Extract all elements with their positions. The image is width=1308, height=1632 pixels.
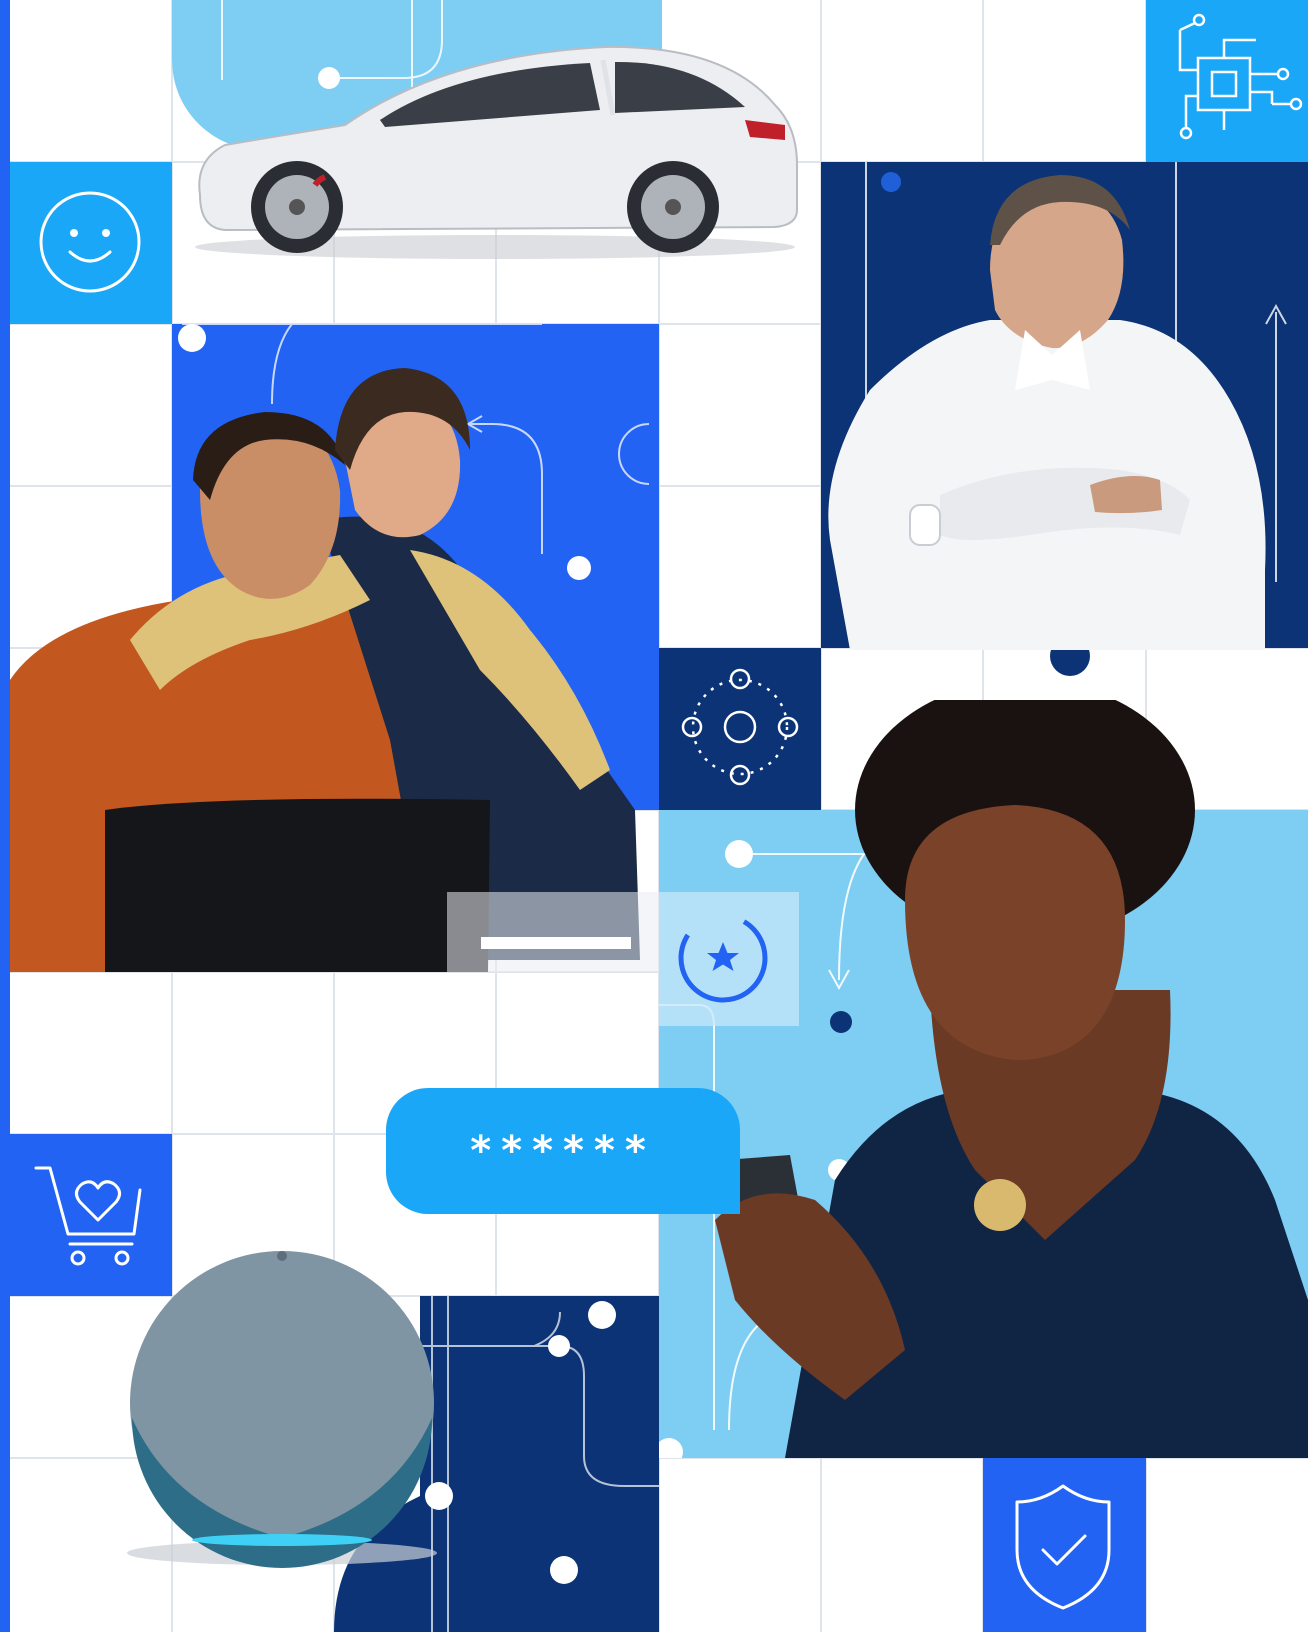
woman-with-phone-photo [715,700,1308,1458]
navy-dot [1050,648,1090,676]
password-masked-value: ****** [470,1128,656,1174]
electric-car-photo [195,45,798,259]
shield-tile [983,1458,1146,1632]
shield-check-icon [1015,1484,1111,1610]
chip-tile [1146,0,1308,162]
circuit-chip-icon [1178,13,1303,140]
progress-overlay [447,892,659,972]
smiley-tile [10,162,172,324]
man-and-daughter-photo [10,368,640,972]
man-checking-watch-photo [828,175,1266,650]
left-accent-strip [0,0,10,1632]
progress-bar [481,937,631,949]
password-field[interactable]: ****** [386,1088,740,1214]
collage-canvas: ****** [0,0,1308,1632]
smiley-face-icon [39,191,141,293]
smart-speaker-photo [127,1251,437,1568]
